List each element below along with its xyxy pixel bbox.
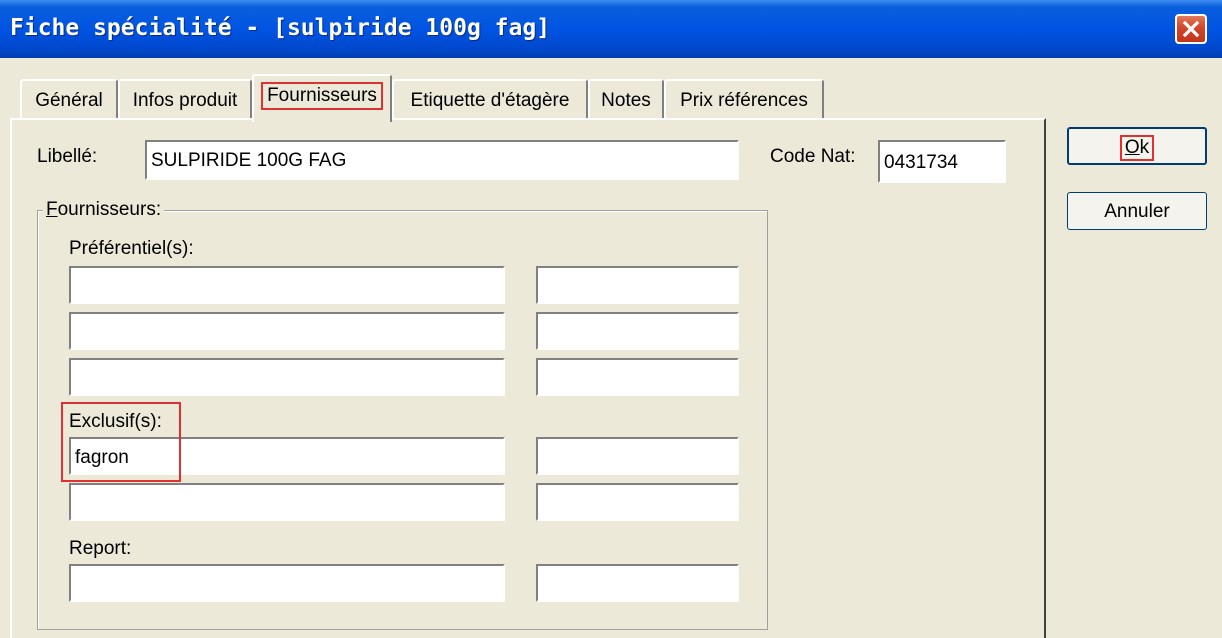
fournisseurs-group-label: Fournisseurs: (43, 199, 165, 221)
window-title: Fiche spécialité - [sulpiride 100g fag] (10, 15, 551, 41)
title-bar: Fiche spécialité - [sulpiride 100g fag] (0, 0, 1222, 58)
exclusif-1-secondary-field[interactable] (536, 437, 739, 475)
libelle-label: Libellé: (37, 146, 98, 167)
report-field[interactable] (69, 564, 505, 602)
preferentiel-1-secondary-field[interactable] (536, 266, 739, 304)
tab-etiquette-etagere[interactable]: Etiquette d'étagère (392, 79, 588, 119)
tab-notes[interactable]: Notes (588, 79, 664, 119)
tab-general-label: Général (35, 90, 103, 111)
tab-prix-references-label: Prix références (680, 90, 808, 111)
preferentiel-2-secondary-field[interactable] (536, 312, 739, 350)
code-nat-label: Code Nat: (770, 146, 856, 167)
preferentiel-1-field[interactable] (69, 266, 505, 304)
tab-infos-produit[interactable]: Infos produit (118, 79, 252, 119)
libelle-field[interactable]: SULPIRIDE 100G FAG (145, 140, 739, 180)
report-label: Report: (69, 538, 132, 559)
tab-etiquette-etagere-label: Etiquette d'étagère (410, 90, 570, 111)
close-icon (1182, 20, 1200, 38)
tab-notes-label: Notes (601, 90, 651, 111)
preferentiel-3-field[interactable] (69, 358, 505, 396)
tab-prix-references[interactable]: Prix références (664, 79, 824, 119)
cancel-button[interactable]: Annuler (1067, 192, 1207, 230)
ok-button-label-rest: k (1139, 137, 1150, 158)
tab-infos-produit-label: Infos produit (132, 90, 238, 111)
tab-fournisseurs-label: Fournisseurs (261, 82, 383, 110)
code-nat-field[interactable]: 0431734 (878, 140, 1006, 183)
tab-general[interactable]: Général (20, 79, 118, 119)
preferentiel-2-field[interactable] (69, 312, 505, 350)
exclusif-2-field[interactable] (69, 483, 505, 521)
close-button[interactable] (1175, 14, 1207, 44)
exclusif-2-secondary-field[interactable] (536, 483, 739, 521)
report-secondary-field[interactable] (536, 564, 739, 602)
preferentiel-3-secondary-field[interactable] (536, 358, 739, 396)
ok-button-label: Ok (1119, 135, 1155, 161)
exclusif-highlight (61, 402, 181, 482)
ok-button[interactable]: Ok (1067, 127, 1207, 165)
ok-accesskey: O (1124, 137, 1140, 158)
preferentiels-label: Préférentiel(s): (69, 238, 194, 259)
fournisseurs-group-label-rest: ournisseurs: (57, 199, 162, 220)
fournisseurs-accesskey: F (46, 199, 58, 220)
tab-fournisseurs[interactable]: Fournisseurs (252, 74, 392, 122)
